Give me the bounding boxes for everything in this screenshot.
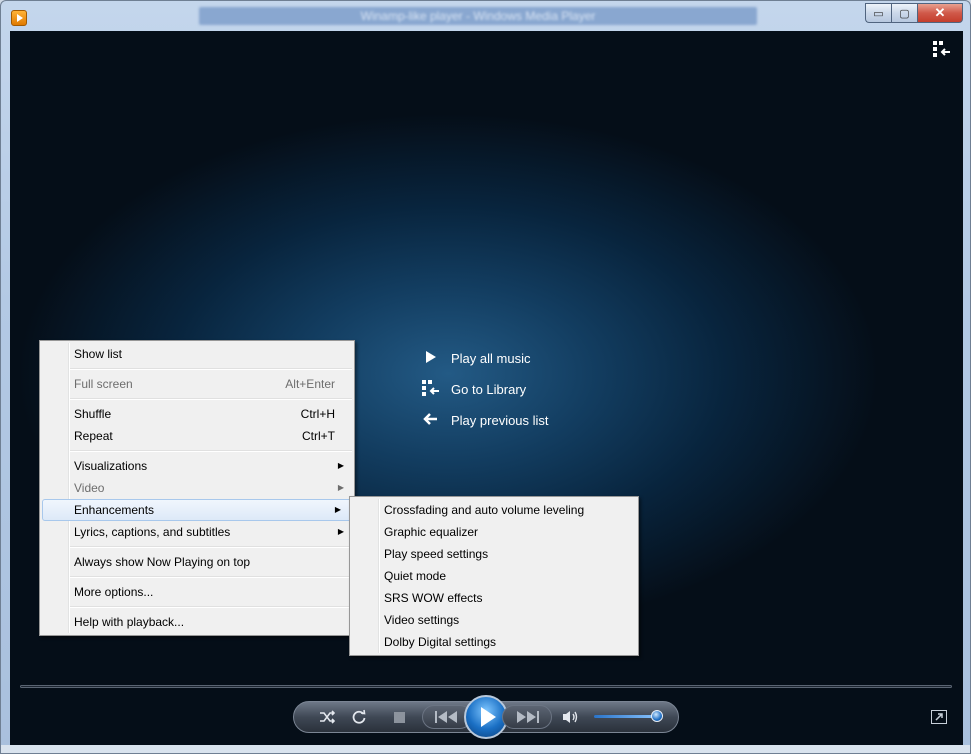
repeat-icon[interactable] bbox=[348, 702, 370, 732]
menu-label: Always show Now Playing on top bbox=[74, 555, 251, 569]
shuffle-icon[interactable] bbox=[316, 702, 338, 732]
menu-shortcut: Ctrl+T bbox=[302, 429, 335, 443]
menu-label: Crossfading and auto volume leveling bbox=[384, 503, 585, 517]
menu-shortcut: Ctrl+H bbox=[300, 407, 335, 421]
window-bottom-edge bbox=[1, 745, 970, 753]
menu-label: Visualizations bbox=[74, 459, 148, 473]
menu-label: Quiet mode bbox=[384, 569, 447, 583]
menu-item-shuffle[interactable]: Shuffle Ctrl+H bbox=[40, 403, 354, 425]
play-icon bbox=[422, 351, 438, 366]
submenu-arrow-icon: ▶ bbox=[334, 505, 341, 514]
now-playing-context-menu: Show list Full screen Alt+Enter Shuffle Ct… bbox=[39, 340, 355, 636]
menu-separator bbox=[70, 450, 352, 452]
submenu-item-video-settings[interactable]: Video settings bbox=[350, 609, 638, 631]
stop-icon[interactable] bbox=[389, 702, 409, 732]
menu-label: Graphic equalizer bbox=[384, 525, 479, 539]
menu-label: SRS WOW effects bbox=[384, 591, 483, 605]
menu-label: Show list bbox=[74, 347, 123, 361]
play-all-music-link[interactable]: Play all music bbox=[422, 343, 549, 374]
menu-separator bbox=[70, 546, 352, 548]
enhancements-submenu: Crossfading and auto volume leveling Gra… bbox=[349, 496, 639, 656]
menu-label: More options... bbox=[74, 585, 154, 599]
go-to-library-label: Go to Library bbox=[451, 382, 527, 397]
submenu-item-play-speed[interactable]: Play speed settings bbox=[350, 543, 638, 565]
next-button[interactable] bbox=[502, 705, 552, 729]
switch-to-library-icon[interactable] bbox=[933, 41, 951, 60]
menu-item-full-screen[interactable]: Full screen Alt+Enter bbox=[40, 373, 354, 395]
menu-separator bbox=[70, 398, 352, 400]
submenu-item-srs-wow[interactable]: SRS WOW effects bbox=[350, 587, 638, 609]
menu-label: Video bbox=[74, 481, 105, 495]
menu-label: Lyrics, captions, and subtitles bbox=[74, 525, 231, 539]
submenu-arrow-icon: ▶ bbox=[337, 461, 344, 470]
media-player-window: Winamp-like player - Windows Media Playe… bbox=[0, 0, 971, 754]
menu-separator bbox=[70, 606, 352, 608]
menu-item-enhancements[interactable]: Enhancements ▶ bbox=[42, 499, 352, 521]
maximize-button[interactable]: ▢ bbox=[891, 3, 917, 23]
menu-item-show-list[interactable]: Show list bbox=[40, 343, 354, 365]
menu-label: Help with playback... bbox=[74, 615, 185, 629]
menu-separator bbox=[70, 576, 352, 578]
back-arrow-icon bbox=[422, 413, 438, 428]
menu-label: Enhancements bbox=[74, 503, 155, 517]
minimize-button[interactable]: ▭ bbox=[865, 3, 891, 23]
menu-label: Shuffle bbox=[74, 407, 112, 421]
now-playing-actions: Play all music Go to Library Play previo… bbox=[422, 343, 549, 436]
menu-label: Play speed settings bbox=[384, 547, 489, 561]
title-bar[interactable]: Winamp-like player - Windows Media Playe… bbox=[1, 1, 970, 31]
menu-item-video[interactable]: Video ▶ bbox=[40, 477, 354, 499]
menu-item-always-on-top[interactable]: Always show Now Playing on top bbox=[40, 551, 354, 573]
menu-item-lyrics[interactable]: Lyrics, captions, and subtitles ▶ bbox=[40, 521, 354, 543]
close-button[interactable]: ✕ bbox=[917, 3, 963, 23]
playback-controls bbox=[293, 695, 679, 739]
submenu-arrow-icon: ▶ bbox=[337, 527, 344, 536]
play-previous-list-label: Play previous list bbox=[451, 413, 549, 428]
submenu-item-dolby-digital[interactable]: Dolby Digital settings bbox=[350, 631, 638, 653]
submenu-item-graphic-equalizer[interactable]: Graphic equalizer bbox=[350, 521, 638, 543]
menu-separator bbox=[70, 368, 352, 370]
mute-icon[interactable] bbox=[560, 702, 582, 732]
menu-item-more-options[interactable]: More options... bbox=[40, 581, 354, 603]
submenu-item-crossfading[interactable]: Crossfading and auto volume leveling bbox=[350, 499, 638, 521]
submenu-arrow-icon: ▶ bbox=[337, 483, 344, 492]
go-to-library-link[interactable]: Go to Library bbox=[422, 374, 549, 405]
seek-bar[interactable] bbox=[20, 685, 952, 688]
menu-label: Full screen bbox=[74, 377, 133, 391]
play-previous-list-link[interactable]: Play previous list bbox=[422, 405, 549, 436]
play-all-music-label: Play all music bbox=[451, 351, 531, 366]
submenu-item-quiet-mode[interactable]: Quiet mode bbox=[350, 565, 638, 587]
menu-label: Repeat bbox=[74, 429, 113, 443]
menu-label: Video settings bbox=[384, 613, 460, 627]
volume-slider-thumb[interactable] bbox=[651, 710, 663, 722]
menu-item-visualizations[interactable]: Visualizations ▶ bbox=[40, 455, 354, 477]
window-title: Winamp-like player - Windows Media Playe… bbox=[199, 7, 757, 25]
switch-view-icon[interactable] bbox=[931, 710, 947, 727]
caption-buttons: ▭ ▢ ✕ bbox=[865, 3, 963, 23]
menu-label: Dolby Digital settings bbox=[384, 635, 497, 649]
library-icon bbox=[422, 380, 439, 399]
media-player-app-icon[interactable] bbox=[11, 10, 27, 26]
menu-item-repeat[interactable]: Repeat Ctrl+T bbox=[40, 425, 354, 447]
menu-shortcut: Alt+Enter bbox=[285, 377, 335, 391]
menu-item-help[interactable]: Help with playback... bbox=[40, 611, 354, 633]
